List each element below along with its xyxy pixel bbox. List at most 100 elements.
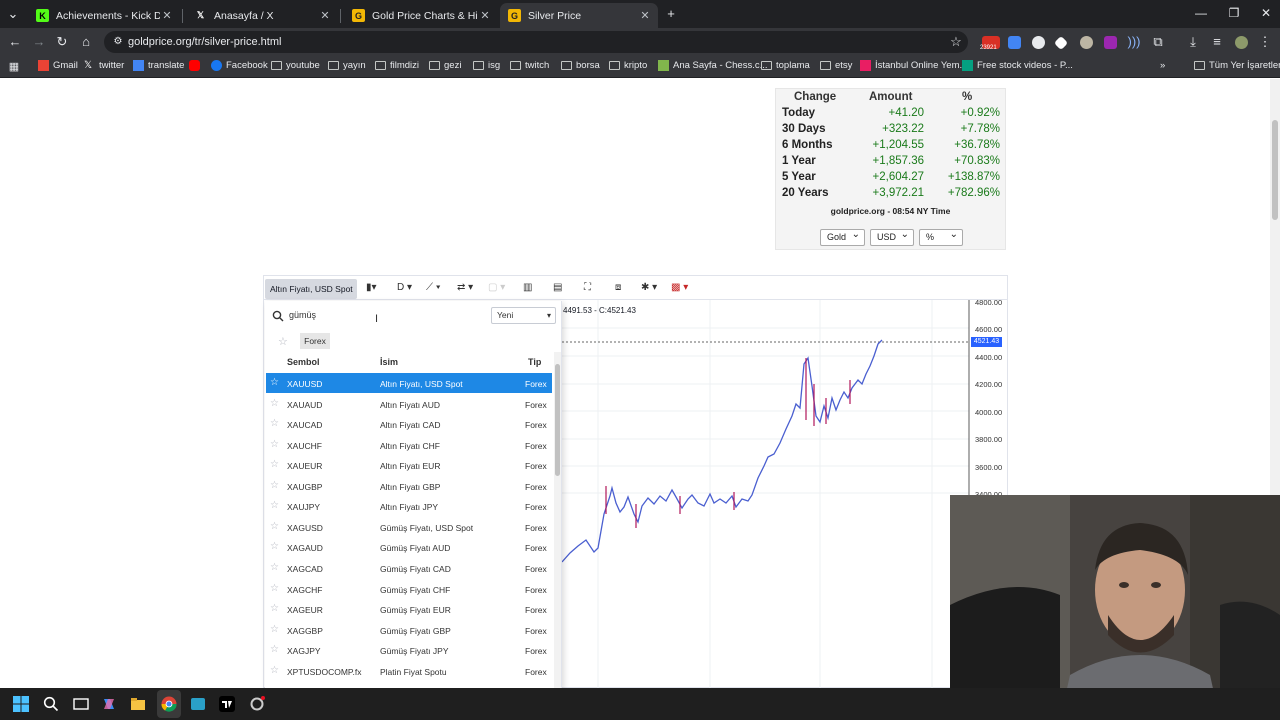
snapshot-icon[interactable]: ⧈ <box>615 282 621 293</box>
bookmark-star-icon[interactable]: ☆ <box>948 34 964 50</box>
bookmark-chess[interactable]: Ana Sayfa - Chess.c... <box>658 60 768 71</box>
favorite-star-icon[interactable]: ☆ <box>270 541 279 552</box>
tab-gold-price-charts[interactable]: G Gold Price Charts & Historical D ✕ <box>344 3 498 28</box>
close-icon[interactable]: ✕ <box>318 9 332 22</box>
candle-type-icon[interactable]: ▮▾ <box>366 282 377 293</box>
apps-grid-icon[interactable]: ▦ <box>6 59 22 75</box>
result-row[interactable]: ☆ XAGAUD Gümüş Fiyatı AUD Forex <box>266 537 552 557</box>
bookmark-all[interactable]: Tüm Yer İşaretleri <box>1194 60 1280 71</box>
favorite-star-icon[interactable]: ☆ <box>270 624 279 635</box>
favorite-star-icon[interactable]: ☆ <box>270 665 279 676</box>
extension-icon[interactable] <box>1104 36 1117 49</box>
bar-chart-icon[interactable]: ▥ <box>523 282 532 293</box>
tab-kick-dashboard[interactable]: K Achievements - Kick Dashboard ✕ <box>28 3 180 28</box>
sort-select[interactable]: Yeni <box>491 307 556 324</box>
site-info-icon[interactable]: ⚙ <box>110 34 126 50</box>
bookmark-twitch[interactable]: twitch <box>510 60 549 71</box>
bookmarks-overflow-icon[interactable]: » <box>1160 60 1165 71</box>
download-icon[interactable]: ⤓ <box>1185 34 1201 50</box>
result-row[interactable]: ☆ XAUCHF Altın Fiyatı CHF Forex <box>266 435 552 455</box>
minimize-icon[interactable]: — <box>1191 6 1211 20</box>
result-row[interactable]: ☆ XAUEUR Altın Fiyatı EUR Forex <box>266 455 552 475</box>
bookmark-gmail[interactable]: Gmail <box>38 60 78 71</box>
windows-start-icon[interactable] <box>13 696 29 712</box>
tab-x-home[interactable]: 𝕏 Anasayfa / X ✕ <box>186 3 338 28</box>
favorite-star-icon[interactable]: ☆ <box>270 500 279 511</box>
metal-select[interactable]: Gold <box>820 227 865 246</box>
tab-silver-price[interactable]: G Silver Price ✕ <box>500 3 658 28</box>
favorite-star-icon[interactable]: ☆ <box>270 521 279 532</box>
result-row[interactable]: ☆ XAGUSD Gümüş Fiyatı, USD Spot Forex <box>266 517 552 537</box>
file-explorer-icon[interactable] <box>130 696 146 712</box>
forward-icon[interactable]: → <box>31 34 47 50</box>
language-flag-icon[interactable]: ▩ ▾ <box>671 282 688 293</box>
extension-icon[interactable] <box>1080 36 1093 49</box>
result-row[interactable]: ☆ XAUUSD Altın Fiyatı, USD Spot Forex <box>266 373 552 393</box>
favorite-star-icon[interactable]: ☆ <box>270 480 279 491</box>
profile-avatar[interactable] <box>1235 36 1248 49</box>
result-row[interactable]: ☆ XPTUSDOCOMP.fx Platin Fiyat Spotu Forex <box>266 661 552 681</box>
window-close-icon[interactable]: ✕ <box>1256 6 1276 20</box>
result-row[interactable]: ☆ XAUAUD Altın Fiyatı AUD Forex <box>266 394 552 414</box>
result-row[interactable]: ☆ XAUJPY Altın Fiyatı JPY Forex <box>266 496 552 516</box>
fullscreen-icon[interactable]: ⛶ <box>584 282 591 293</box>
tradingview-icon[interactable] <box>219 696 235 712</box>
bookmark-isg[interactable]: isg <box>473 60 500 71</box>
bookmark-translate[interactable]: translate <box>133 60 184 71</box>
symbol-search-input[interactable]: gümüş <box>289 310 316 320</box>
indicator-icon[interactable]: ⟋ ▾ <box>426 282 441 293</box>
menu-icon[interactable]: ⋮ <box>1257 34 1273 50</box>
bookmark-borsa[interactable]: borsa <box>561 60 600 71</box>
app-icon[interactable] <box>190 696 206 712</box>
unit-select[interactable]: % <box>919 227 963 246</box>
favorite-star-icon[interactable]: ☆ <box>270 644 279 655</box>
favorite-star-icon[interactable]: ☆ <box>270 439 279 450</box>
currency-select[interactable]: USD <box>870 227 914 246</box>
new-tab-icon[interactable]: + <box>663 6 679 22</box>
bookmark-youtube-red[interactable] <box>189 60 204 71</box>
bookmark-filmdizi[interactable]: filmdizi <box>375 60 419 71</box>
reload-icon[interactable]: ↻ <box>54 34 70 50</box>
favorite-star-icon[interactable]: ☆ <box>270 562 279 573</box>
close-icon[interactable]: ✕ <box>478 9 492 22</box>
task-view-icon[interactable] <box>73 696 89 712</box>
compare-icon[interactable]: ⇄ ▾ <box>457 282 473 293</box>
translate-extension-icon[interactable] <box>1008 36 1021 49</box>
bookmark-gezi[interactable]: gezi <box>429 60 461 71</box>
bookmark-etsy[interactable]: etsy <box>820 60 852 71</box>
result-row[interactable]: ☆ XAGCHF Gümüş Fiyatı CHF Forex <box>266 579 552 599</box>
copilot-icon[interactable] <box>101 696 117 712</box>
reading-list-icon[interactable]: ≡ <box>1209 34 1225 50</box>
favorite-star-icon[interactable]: ☆ <box>270 418 279 429</box>
home-icon[interactable]: ⌂ <box>78 34 94 50</box>
restore-icon[interactable]: ❐ <box>1224 6 1244 20</box>
close-icon[interactable]: ✕ <box>160 9 174 22</box>
price-chart[interactable] <box>562 300 1007 688</box>
result-row[interactable]: ☆ XAGGBP Gümüş Fiyatı GBP Forex <box>266 620 552 640</box>
bookmark-kripto[interactable]: kripto <box>609 60 647 71</box>
bookmark-free-stock[interactable]: Free stock videos - P... <box>962 60 1073 71</box>
favorite-star-icon[interactable]: ☆ <box>270 603 279 614</box>
extensions-puzzle-icon[interactable]: ⧉ <box>1150 34 1166 50</box>
page-scrollbar-thumb[interactable] <box>1272 120 1278 220</box>
template-icon[interactable]: ▢ ▾ <box>488 282 505 293</box>
favorites-star-icon[interactable]: ☆ <box>278 335 288 348</box>
favorite-star-icon[interactable]: ☆ <box>270 377 279 388</box>
bookmark-twitter[interactable]: 𝕏twitter <box>84 60 124 71</box>
tab-search-icon[interactable]: ⌄ <box>5 6 21 22</box>
bookmark-toplama[interactable]: toplama <box>761 60 810 71</box>
favorite-star-icon[interactable]: ☆ <box>270 459 279 470</box>
forex-filter-chip[interactable]: Forex <box>300 333 330 349</box>
favorite-star-icon[interactable]: ☆ <box>270 583 279 594</box>
settings-gear-icon[interactable]: ✱ ▾ <box>641 282 657 293</box>
favorite-star-icon[interactable]: ☆ <box>270 398 279 409</box>
symbol-search-button[interactable]: Altın Fiyatı, USD Spot ▴ <box>265 279 357 314</box>
search-icon[interactable] <box>43 696 59 712</box>
result-row[interactable]: ☆ XAGCAD Gümüş Fiyatı CAD Forex <box>266 558 552 578</box>
result-row[interactable]: ☆ XAUGBP Altın Fiyatı GBP Forex <box>266 476 552 496</box>
back-icon[interactable]: ← <box>7 34 23 50</box>
result-row[interactable]: ☆ XAGJPY Gümüş Fiyatı JPY Forex <box>266 640 552 660</box>
bookmark-facebook[interactable]: Facebook <box>211 60 268 71</box>
bookmark-istanbul-online[interactable]: İstanbul Online Yem... <box>860 60 967 71</box>
settings-icon[interactable] <box>249 696 265 712</box>
